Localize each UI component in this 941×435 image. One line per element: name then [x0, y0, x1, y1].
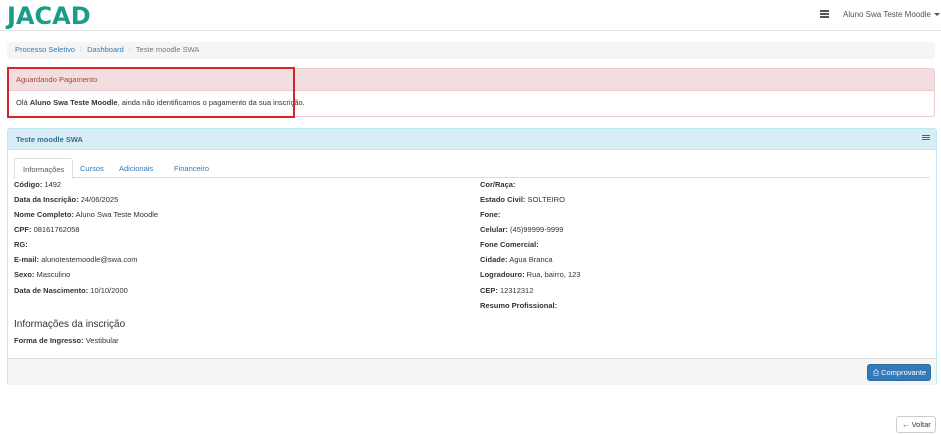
field-fone-comercial: Fone Comercial: — [480, 240, 539, 249]
breadcrumb: Processo Seletivo / Dashboard / Teste moodle… — [7, 42, 935, 59]
menu-list-icon[interactable] — [820, 10, 829, 18]
tab-financeiro[interactable]: Financeiro — [166, 158, 217, 178]
field-data-nascimento: Data de Nascimento: 10/10/2000 — [14, 286, 128, 295]
alert-highlight-box — [7, 67, 295, 118]
user-menu[interactable]: Aluno Swa Teste Moodle — [843, 10, 940, 19]
field-resumo-profissional: Resumo Profissional: — [480, 301, 558, 310]
print-icon: ⎙ — [873, 368, 879, 377]
panel-list-icon[interactable] — [922, 135, 930, 142]
breadcrumb-dashboard[interactable]: Dashboard — [87, 45, 124, 54]
breadcrumb-processo-seletivo[interactable]: Processo Seletivo — [15, 45, 75, 54]
panel-title: Teste moodle SWA — [16, 135, 83, 144]
arrow-left-icon: ← — [902, 420, 910, 429]
field-rg: RG: — [14, 240, 28, 249]
inscription-panel: Teste moodle SWA Informações Cursos Adic… — [7, 128, 937, 385]
field-cidade: Cidade: Agua Branca — [480, 255, 553, 264]
panel-footer: ⎙ Comprovante — [8, 358, 936, 385]
tab-adicionais[interactable]: Adicionais — [111, 158, 161, 178]
section-title-inscricao: Informações da inscrição — [14, 319, 126, 330]
tab-bar: Informações Cursos Adicionais Financeiro — [14, 158, 930, 179]
breadcrumb-active: Teste moodle SWA — [135, 45, 200, 54]
field-email: E-mail: alunotestemoodle@swa.com — [14, 255, 138, 264]
field-logradouro: Logradouro: Rua, bairro, 123 — [480, 270, 581, 279]
voltar-button[interactable]: ← Voltar — [896, 416, 936, 433]
field-cep: CEP: 12312312 — [480, 286, 534, 295]
panel-heading: Teste moodle SWA — [8, 129, 936, 150]
field-nome-completo: Nome Completo: Aluno Swa Teste Moodle — [14, 210, 159, 219]
field-celular: Celular: (45)99999-9999 — [480, 225, 564, 234]
field-cpf: CPF: 08161762058 — [14, 225, 80, 234]
field-codigo: Código: 1492 — [14, 180, 62, 189]
field-data-inscricao: Data da Inscrição: 24/06/2025 — [14, 195, 119, 204]
field-forma-ingresso: Forma de Ingresso: Vestibular — [14, 336, 119, 345]
tab-cursos[interactable]: Cursos — [72, 158, 112, 178]
user-name: Aluno Swa Teste Moodle — [843, 10, 931, 19]
jacad-logo[interactable]: JACAD — [7, 2, 91, 30]
top-navbar: JACAD Aluno Swa Teste Moodle — [0, 0, 941, 31]
field-estado-civil: Estado Civil: SOLTEIRO — [480, 195, 565, 204]
field-cor-raca: Cor/Raça: — [480, 180, 516, 189]
tab-informacoes[interactable]: Informações — [14, 158, 74, 179]
field-sexo: Sexo: Masculino — [14, 270, 71, 279]
caret-down-icon — [933, 13, 940, 17]
field-fone: Fone: — [480, 210, 501, 219]
comprovante-button[interactable]: ⎙ Comprovante — [867, 364, 931, 381]
